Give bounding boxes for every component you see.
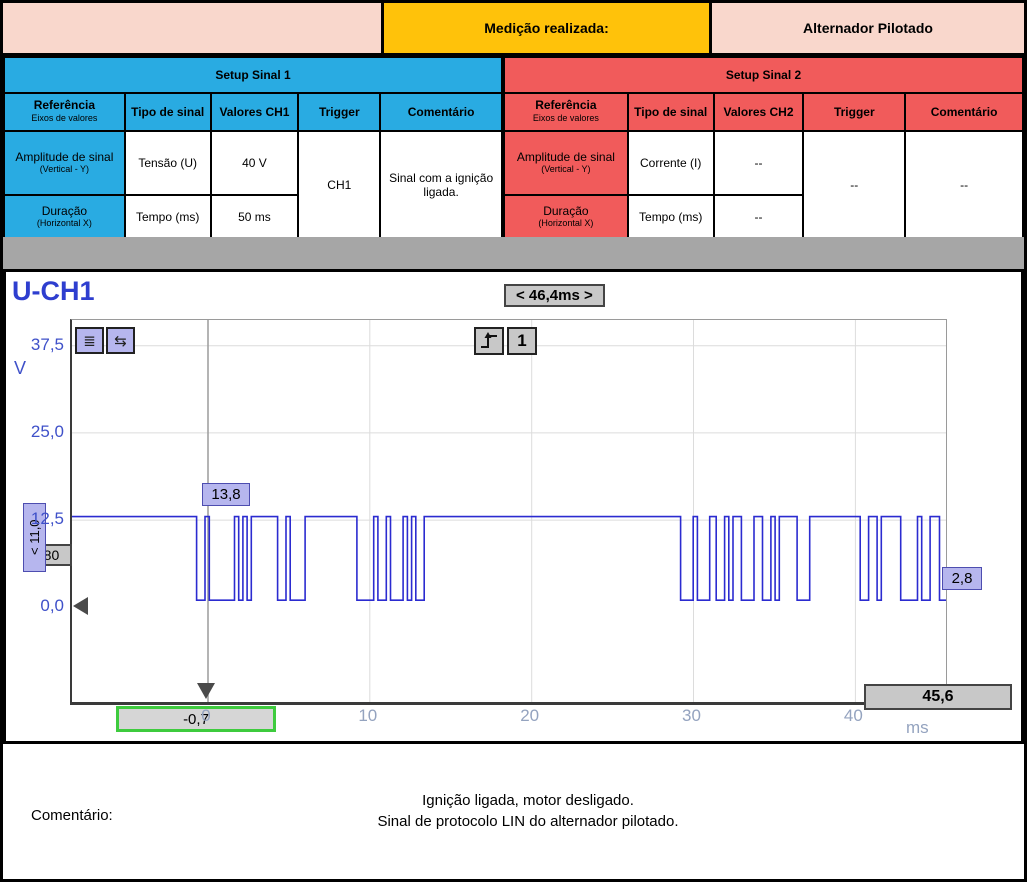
time-cursor-right-badge[interactable]: 45,6 xyxy=(864,684,1012,710)
setup1-amplitude-valor: 40 V xyxy=(211,131,299,195)
setup2-duracao-label: Duração(Horizontal X) xyxy=(504,195,628,238)
waveform-plot-area xyxy=(70,319,947,705)
voltage-cursor-low-badge[interactable]: 2,8 xyxy=(942,567,982,590)
channel-coupling-icon[interactable]: ⇆ xyxy=(106,327,135,354)
setup-signal-1-table: Setup Sinal 1 ReferênciaEixos de valores… xyxy=(3,56,503,239)
oscilloscope-screen: U-CH1 < 46,4ms > ≣ ⇆ 1 V ms 13,8 2,8 < 1… xyxy=(6,272,1021,741)
setup1-amplitude-label: Amplitude de sinal(Vertical - Y) xyxy=(4,131,125,195)
setup1-col-referencia-line2: Eixos de valores xyxy=(7,112,122,125)
setup2-amplitude-label: Amplitude de sinal(Vertical - Y) xyxy=(504,131,628,195)
setup1-col-tipo: Tipo de sinal xyxy=(125,93,211,131)
lin-waveform xyxy=(72,320,946,702)
setup2-duracao-label-line1: Duração xyxy=(507,205,625,217)
setup1-duracao-valor: 50 ms xyxy=(211,195,299,238)
setup1-trigger-value: CH1 xyxy=(298,131,380,238)
setup1-col-comentario: Comentário xyxy=(380,93,502,131)
setup2-col-tipo: Tipo de sinal xyxy=(628,93,714,131)
setup1-amplitude-tipo: Tensão (U) xyxy=(125,131,211,195)
comment-line-1: Ignição ligada, motor desligado. xyxy=(153,790,903,811)
trigger-slope-icon[interactable] xyxy=(474,327,504,355)
y-axis-unit-label: V xyxy=(14,358,26,379)
setup2-col-referencia-line2: Eixos de valores xyxy=(507,112,625,125)
setup2-col-valores: Valores CH2 xyxy=(714,93,804,131)
y-axis-tick-label: 37,5 xyxy=(6,335,64,355)
header-blank-cell xyxy=(3,3,381,53)
setup2-duracao-tipo: Tempo (ms) xyxy=(628,195,714,238)
report-header-row: Medição realizada: Alternador Pilotado xyxy=(3,3,1024,56)
measurement-performed-value: Alternador Pilotado xyxy=(709,3,1024,53)
setup2-comentario-value: -- xyxy=(905,131,1023,238)
x-axis-tick-label: 30 xyxy=(672,706,712,726)
setup-tables: Setup Sinal 1 ReferênciaEixos de valores… xyxy=(3,56,1024,239)
setup1-duracao-tipo: Tempo (ms) xyxy=(125,195,211,238)
time-span-badge[interactable]: < 46,4ms > xyxy=(504,284,605,307)
setup2-col-comentario: Comentário xyxy=(905,93,1023,131)
setup1-duracao-label: Duração(Horizontal X) xyxy=(4,195,125,238)
channel-toolbar: ≣ ⇆ xyxy=(75,327,135,354)
x-axis-tick-label: 0 xyxy=(186,706,226,726)
setup2-col-referencia-line1: Referência xyxy=(507,99,625,112)
measurement-performed-label: Medição realizada: xyxy=(381,3,709,53)
separator-band xyxy=(3,237,1024,269)
setup1-comentario-value: Sinal com a ignição ligada. xyxy=(380,131,502,238)
setup2-col-referencia: ReferênciaEixos de valores xyxy=(504,93,628,131)
setup2-col-trigger: Trigger xyxy=(803,93,905,131)
channel-label: U-CH1 xyxy=(12,276,95,307)
y-axis-tick-label: 0,0 xyxy=(6,596,64,616)
x-axis-tick-label: 20 xyxy=(510,706,550,726)
setup2-amplitude-label-line1: Amplitude de sinal xyxy=(507,151,625,163)
setup2-title: Setup Sinal 2 xyxy=(504,57,1023,93)
x-axis-tick-label: 10 xyxy=(348,706,388,726)
x-axis-unit-label: ms xyxy=(906,718,929,738)
setup1-col-referencia-line1: Referência xyxy=(7,99,122,112)
comment-text: Ignição ligada, motor desligado. Sinal d… xyxy=(153,790,903,832)
comment-section: Comentário: Ignição ligada, motor deslig… xyxy=(3,744,1024,879)
trigger-position-marker-icon[interactable] xyxy=(197,683,215,699)
measurement-report-page: Medição realizada: Alternador Pilotado S… xyxy=(0,0,1027,882)
ground-level-marker-icon[interactable] xyxy=(73,597,88,615)
voltage-cursor-high-badge[interactable]: 13,8 xyxy=(202,483,250,506)
setup-signal-2-table: Setup Sinal 2 ReferênciaEixos de valores… xyxy=(503,56,1024,239)
x-axis-tick-label: 40 xyxy=(833,706,873,726)
setup2-duracao-valor: -- xyxy=(714,195,804,238)
setup1-amplitude-label-line2: (Vertical - Y) xyxy=(7,163,122,175)
trigger-indicator: 1 xyxy=(474,327,537,355)
setup2-amplitude-tipo: Corrente (I) xyxy=(628,131,714,195)
y-axis-tick-label: 12,5 xyxy=(6,509,64,529)
comment-line-2: Sinal de protocolo LIN do alternador pil… xyxy=(153,811,903,832)
trigger-channel-number[interactable]: 1 xyxy=(507,327,537,355)
oscilloscope-capture-frame: U-CH1 < 46,4ms > ≣ ⇆ 1 V ms 13,8 2,8 < 1… xyxy=(3,269,1024,744)
setup2-trigger-value: -- xyxy=(803,131,905,238)
channel-lines-icon[interactable]: ≣ xyxy=(75,327,104,354)
setup1-col-referencia: ReferênciaEixos de valores xyxy=(4,93,125,131)
y-axis-tick-label: 25,0 xyxy=(6,422,64,442)
setup1-col-trigger: Trigger xyxy=(298,93,380,131)
setup1-duracao-label-line1: Duração xyxy=(7,205,122,217)
comment-label: Comentário: xyxy=(31,807,113,824)
setup1-amplitude-label-line1: Amplitude de sinal xyxy=(7,151,122,163)
setup1-title: Setup Sinal 1 xyxy=(4,57,502,93)
setup1-col-valores: Valores CH1 xyxy=(211,93,299,131)
setup2-amplitude-label-line2: (Vertical - Y) xyxy=(507,163,625,175)
setup2-amplitude-valor: -- xyxy=(714,131,804,195)
setup2-duracao-label-line2: (Horizontal X) xyxy=(507,217,625,229)
setup1-duracao-label-line2: (Horizontal X) xyxy=(7,217,122,229)
